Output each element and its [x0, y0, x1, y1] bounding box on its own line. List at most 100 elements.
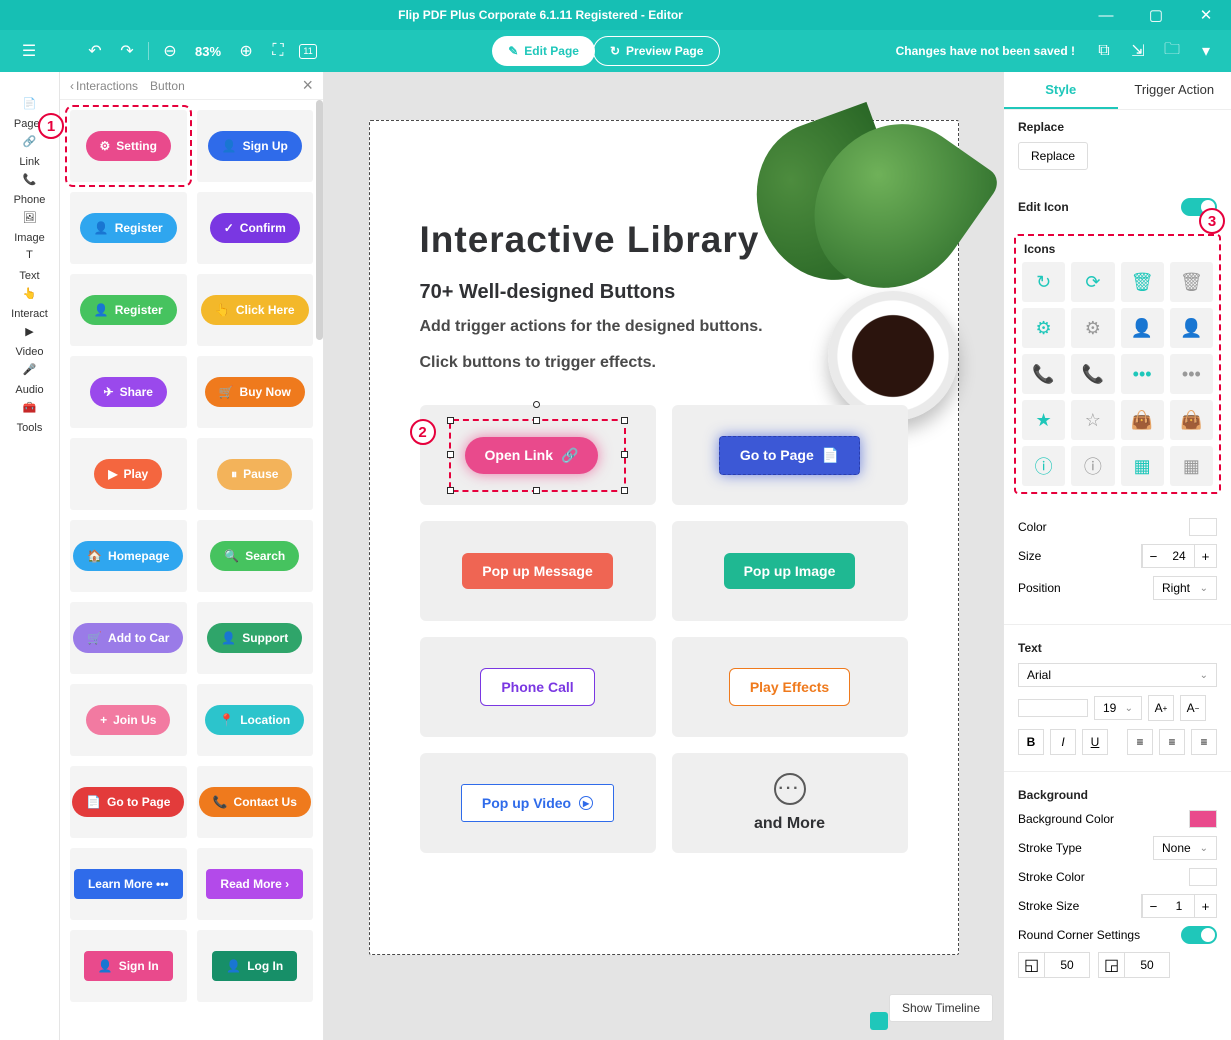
open-link-button[interactable]: Open Link 🔗: [465, 437, 599, 474]
library-button-card[interactable]: ⚙Setting: [70, 110, 187, 182]
panel-back-button[interactable]: ‹ Interactions: [70, 79, 138, 93]
font-decrease-button[interactable]: A−: [1180, 695, 1206, 721]
grid-icon[interactable]: ▦: [1121, 446, 1164, 486]
library-button-card[interactable]: ⏸Pause: [197, 438, 314, 510]
library-button[interactable]: 👤Support: [207, 623, 302, 653]
library-button-card[interactable]: 👤Register: [70, 274, 187, 346]
star-outline-icon[interactable]: ☆: [1071, 400, 1114, 440]
info-icon[interactable]: ⓘ: [1022, 446, 1065, 486]
font-size-select[interactable]: 19⌄: [1094, 696, 1142, 720]
library-button[interactable]: 📍Location: [205, 705, 304, 735]
edit-page-tab[interactable]: ✎ Edit Page: [492, 36, 595, 66]
library-button-card[interactable]: Learn More •••: [70, 848, 187, 920]
grid-outline-icon[interactable]: ▦: [1170, 446, 1213, 486]
bg-color-swatch[interactable]: [1189, 810, 1217, 828]
panel-close-button[interactable]: ×: [302, 75, 313, 96]
close-button[interactable]: ✕: [1181, 6, 1231, 24]
library-button-card[interactable]: 🏠Homepage: [70, 520, 187, 592]
library-button[interactable]: ▶Play: [94, 459, 162, 489]
library-button[interactable]: 📞Contact Us: [199, 787, 311, 817]
popup-video-button[interactable]: Pop up Video ▶: [461, 784, 614, 822]
redo-button[interactable]: ↷: [116, 40, 138, 62]
stroke-type-select[interactable]: None⌄: [1153, 836, 1217, 860]
italic-button[interactable]: I: [1050, 729, 1076, 755]
phone-call-button[interactable]: Phone Call: [480, 668, 594, 706]
popup-message-button[interactable]: Pop up Message: [462, 553, 612, 589]
library-button[interactable]: 👤Register: [80, 213, 177, 243]
stroke-size-stepper[interactable]: −1+: [1141, 894, 1217, 918]
size-decrement[interactable]: −: [1142, 545, 1164, 567]
corner-tr-input[interactable]: ◲50: [1098, 952, 1170, 978]
show-timeline-button[interactable]: Show Timeline: [889, 994, 993, 1022]
library-button[interactable]: 🏠Homepage: [73, 541, 183, 571]
library-button[interactable]: 👆Click Here: [201, 295, 309, 325]
undo-button[interactable]: ↶: [84, 40, 106, 62]
bag-icon[interactable]: 👜: [1121, 400, 1164, 440]
package-icon[interactable]: 🗀: [1161, 40, 1183, 62]
library-button[interactable]: 👤Log In: [212, 951, 297, 981]
preview-page-tab[interactable]: ↻ Preview Page: [593, 36, 720, 66]
font-increase-button[interactable]: A+: [1148, 695, 1174, 721]
go-to-page-button[interactable]: Go to Page📄: [719, 436, 860, 475]
stroke-decrement[interactable]: −: [1142, 895, 1164, 917]
align-right-button[interactable]: ≡: [1191, 729, 1217, 755]
library-button[interactable]: ✈Share: [90, 377, 167, 407]
tab-trigger-action[interactable]: Trigger Action: [1118, 72, 1231, 109]
minimize-button[interactable]: ―: [1081, 7, 1131, 24]
panel-scrollbar[interactable]: [316, 100, 323, 1040]
bag-outline-icon[interactable]: 👜: [1170, 400, 1213, 440]
bold-button[interactable]: B: [1018, 729, 1044, 755]
library-button-card[interactable]: 📄Go to Page: [70, 766, 187, 838]
stroke-increment[interactable]: +: [1194, 895, 1216, 917]
underline-button[interactable]: U: [1082, 729, 1108, 755]
library-button[interactable]: ⏸Pause: [217, 459, 292, 490]
replace-button[interactable]: Replace: [1018, 142, 1088, 170]
rail-item-image[interactable]: 🖼Image: [11, 206, 48, 244]
library-button-card[interactable]: 👤Sign In: [70, 930, 187, 1002]
library-button-card[interactable]: 👤Support: [197, 602, 314, 674]
library-button-card[interactable]: 📞Contact Us: [197, 766, 314, 838]
dots-icon[interactable]: •••: [1121, 354, 1164, 394]
editor-canvas[interactable]: Interactive Library 70+ Well-designed Bu…: [324, 72, 1003, 1040]
library-button[interactable]: 📄Go to Page: [72, 787, 184, 817]
library-button[interactable]: ✓Confirm: [210, 213, 300, 243]
library-button-card[interactable]: 👤Sign Up: [197, 110, 314, 182]
size-increment[interactable]: +: [1194, 545, 1216, 567]
trash-icon[interactable]: 🗑: [1121, 262, 1164, 302]
font-family-select[interactable]: Arial⌄: [1018, 663, 1217, 687]
lock-icon[interactable]: [870, 1012, 888, 1030]
zoom-out-button[interactable]: ⊖: [159, 40, 181, 62]
gear-icon[interactable]: ⚙: [1022, 308, 1065, 348]
rail-item-phone[interactable]: 📞Phone: [11, 168, 48, 206]
library-button-card[interactable]: 🛒Add to Car: [70, 602, 187, 674]
library-button-card[interactable]: 👤Log In: [197, 930, 314, 1002]
library-button-card[interactable]: ✈Share: [70, 356, 187, 428]
library-button-card[interactable]: 🔍Search: [197, 520, 314, 592]
text-color-swatch[interactable]: [1018, 699, 1088, 717]
call-icon[interactable]: 📞: [1071, 354, 1114, 394]
stroke-color-swatch[interactable]: [1189, 868, 1217, 886]
popup-image-button[interactable]: Pop up Image: [724, 553, 856, 589]
library-button[interactable]: Learn More •••: [74, 869, 183, 899]
rail-item-audio[interactable]: 🎤Audio: [11, 358, 48, 396]
library-button[interactable]: Read More ›: [206, 869, 303, 899]
library-button-card[interactable]: 👤Register: [70, 192, 187, 264]
align-left-button[interactable]: ≡: [1127, 729, 1153, 755]
phone-icon[interactable]: 📞: [1022, 354, 1065, 394]
library-button[interactable]: 🔍Search: [210, 541, 299, 571]
play-effects-button[interactable]: Play Effects: [729, 668, 850, 706]
corner-tl-input[interactable]: ◱50: [1018, 952, 1090, 978]
fit-screen-button[interactable]: ⛶: [267, 40, 289, 62]
library-button-card[interactable]: ▶Play: [70, 438, 187, 510]
maximize-button[interactable]: ▢: [1131, 6, 1181, 24]
gear-outline-icon[interactable]: ⚙: [1071, 308, 1114, 348]
rail-item-text[interactable]: TText: [11, 244, 48, 282]
library-button[interactable]: ⚙Setting: [86, 131, 171, 161]
library-button-card[interactable]: +Join Us: [70, 684, 187, 756]
hamburger-menu[interactable]: ☰: [14, 36, 44, 66]
library-button-card[interactable]: 🛒Buy Now: [197, 356, 314, 428]
icon-color-swatch[interactable]: [1189, 518, 1217, 536]
page-artboard[interactable]: Interactive Library 70+ Well-designed Bu…: [369, 120, 959, 955]
icon-size-stepper[interactable]: −24+: [1141, 544, 1217, 568]
refresh-alt-icon[interactable]: ⟳: [1071, 262, 1114, 302]
